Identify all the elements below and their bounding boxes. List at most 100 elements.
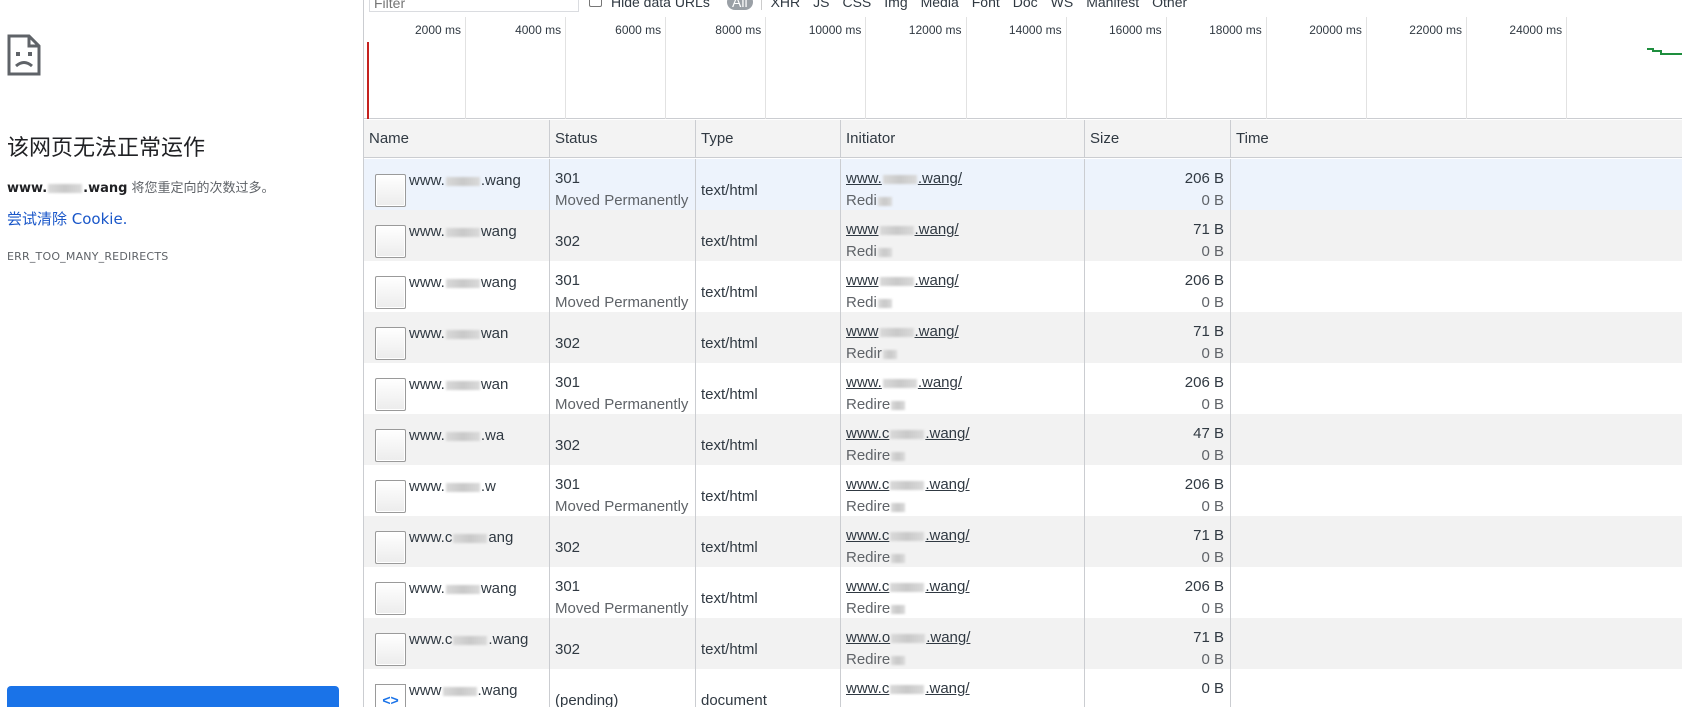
initiator-link[interactable]: www .wang/ <box>846 323 959 340</box>
request-name[interactable]: www.wang <box>409 580 517 597</box>
table-row[interactable]: www.c .wang 302 text/html www.o .wang/Redire 7… <box>364 618 1682 669</box>
cell-status: 301 Moved Permanently <box>550 567 696 618</box>
initiator-link[interactable]: www. .wang/ <box>846 374 962 391</box>
initiator-link[interactable]: www .wang/ <box>846 272 959 289</box>
initiator-prefix: www.c <box>846 476 890 493</box>
table-row[interactable]: www. .wang 301 Moved Permanently text/html ww… <box>364 159 1682 210</box>
file-icon <box>375 225 406 258</box>
column-header-initiator[interactable]: Initiator <box>841 120 1085 158</box>
status-code: 302 <box>555 437 581 454</box>
request-name-prefix: www. <box>409 427 445 444</box>
table-row[interactable]: www. wang 301 Moved Permanently text/html www… <box>364 567 1682 618</box>
clear-cookies-link[interactable]: 尝试清除 Cookie. <box>7 208 127 229</box>
type-filter-ws[interactable]: WS <box>1051 0 1074 10</box>
request-name[interactable]: www.wang <box>409 682 518 699</box>
redacted-mark <box>891 655 906 665</box>
resource-size: 0 B <box>1201 396 1224 413</box>
cell-time <box>1231 159 1682 210</box>
table-row[interactable]: <> www .wang (pending) document www.c .wang/0 … <box>364 669 1682 707</box>
request-name[interactable]: www.c .wang <box>409 631 528 648</box>
request-name[interactable]: www. .w <box>409 478 496 495</box>
table-row[interactable]: www. wan 301 Moved Permanently text/html www.… <box>364 363 1682 414</box>
overview-gridline <box>1566 17 1568 119</box>
cell-initiator: www.c .wang/ <box>841 669 1085 707</box>
initiator-link[interactable]: www.c .wang/ <box>846 425 970 442</box>
error-description: www. .wang 将您重定向的次数过多。 <box>7 177 275 196</box>
transfer-size: 71 B <box>1193 221 1224 238</box>
initiator-link[interactable]: www.o .wang/ <box>846 629 970 646</box>
sad-page-icon <box>7 34 41 76</box>
initiator-suffix: .wang/ <box>925 425 970 442</box>
resource-size: 0 B <box>1201 651 1224 668</box>
request-name-prefix: www. <box>409 274 445 291</box>
redacted-mark <box>882 378 917 388</box>
initiator-link[interactable]: www. .wang/ <box>846 170 962 187</box>
column-header-type[interactable]: Type <box>696 120 841 158</box>
file-icon <box>375 429 406 462</box>
reload-button[interactable] <box>7 686 339 707</box>
cell-status: 302 <box>550 618 696 669</box>
initiator-link[interactable]: www.c .wang/ <box>846 476 970 493</box>
type-filter-css[interactable]: CSS <box>842 0 871 10</box>
redacted-mark <box>890 480 925 490</box>
table-row[interactable]: www. wang 301 Moved Permanently text/html www… <box>364 261 1682 312</box>
initiator-prefix: www <box>846 323 879 340</box>
type-filter-media[interactable]: Media <box>921 0 959 10</box>
type-filter-doc[interactable]: Doc <box>1013 0 1038 10</box>
column-header-status[interactable]: Status <box>550 120 696 158</box>
cell-name: www. .w <box>364 465 550 516</box>
request-name-prefix: www. <box>409 478 445 495</box>
type-filter-manifest[interactable]: Manifest <box>1086 0 1139 10</box>
cell-initiator: www .wang/Redi <box>841 261 1085 312</box>
request-name[interactable]: www.wang <box>409 274 517 291</box>
table-row[interactable]: www. wan 302 text/html www .wang/Redir 71 B 0 B <box>364 312 1682 363</box>
type-filter-img[interactable]: Img <box>884 0 907 10</box>
request-name[interactable]: www. wan <box>409 325 508 342</box>
type-filter-font[interactable]: Font <box>972 0 1000 10</box>
document-icon: <> <box>375 684 406 707</box>
status-code: 302 <box>555 539 581 556</box>
cell-size: 206 B 0 B <box>1085 465 1231 516</box>
request-name-prefix: www. <box>409 172 445 189</box>
table-row[interactable]: www. .wa 302 text/html www.c .wang/Redire 47 B… <box>364 414 1682 465</box>
table-row[interactable]: www.c ang 302 text/html www.c .wang/Redire 71 … <box>364 516 1682 567</box>
request-name[interactable]: www. .wang <box>409 172 521 189</box>
initiator-link[interactable]: www.c .wang/ <box>846 578 970 595</box>
initiator-link[interactable]: www.c .wang/ <box>846 680 970 697</box>
initiator-prefix: www <box>846 272 879 289</box>
hide-data-urls-checkbox[interactable] <box>589 0 602 7</box>
cell-type: text/html <box>696 261 841 312</box>
initiator-suffix: .wang/ <box>917 170 963 187</box>
overview-start-marker <box>367 42 369 119</box>
type-filter-all[interactable]: All <box>727 0 753 10</box>
network-overview-timeline[interactable]: 2000 ms 4000 ms 6000 ms 8000 ms 10000 ms 1200… <box>364 17 1682 119</box>
cell-size: 71 B 0 B <box>1085 210 1231 261</box>
request-name[interactable]: www. wan <box>409 376 508 393</box>
column-header-size[interactable]: Size <box>1085 120 1231 158</box>
type-filter-other[interactable]: Other <box>1152 0 1187 10</box>
request-name[interactable]: www.c ang <box>409 529 513 546</box>
cell-status: 301 Moved Permanently <box>550 465 696 516</box>
cell-status: 301 Moved Permanently <box>550 363 696 414</box>
initiator-link[interactable]: www .wang/ <box>846 221 959 238</box>
filter-input[interactable] <box>369 0 579 12</box>
table-row[interactable]: www. wang 302 text/html www .wang/Redi 71 B 0 B <box>364 210 1682 261</box>
initiator-type-text: Redire <box>846 651 891 668</box>
column-header-time[interactable]: Time <box>1231 120 1682 158</box>
cell-name: www. .wa <box>364 414 550 465</box>
request-name-prefix: www.c <box>409 529 453 546</box>
initiator-type-text: Redi <box>846 294 877 311</box>
request-name[interactable]: www. .wa <box>409 427 504 444</box>
table-row[interactable]: www. .w 301 Moved Permanently text/html www.c… <box>364 465 1682 516</box>
file-icon <box>375 276 406 309</box>
column-header-name[interactable]: Name <box>364 120 550 158</box>
initiator-prefix: www. <box>846 170 882 187</box>
request-name[interactable]: www.wang <box>409 223 517 240</box>
request-name-suffix: .w <box>480 478 496 495</box>
initiator-link[interactable]: www.c .wang/ <box>846 527 970 544</box>
type-filter-xhr[interactable]: XHR <box>771 0 801 10</box>
initiator-suffix: .wang/ <box>925 476 970 493</box>
file-icon <box>375 633 406 666</box>
type-filter-js[interactable]: JS <box>813 0 829 10</box>
request-name-suffix: wan <box>480 325 509 342</box>
